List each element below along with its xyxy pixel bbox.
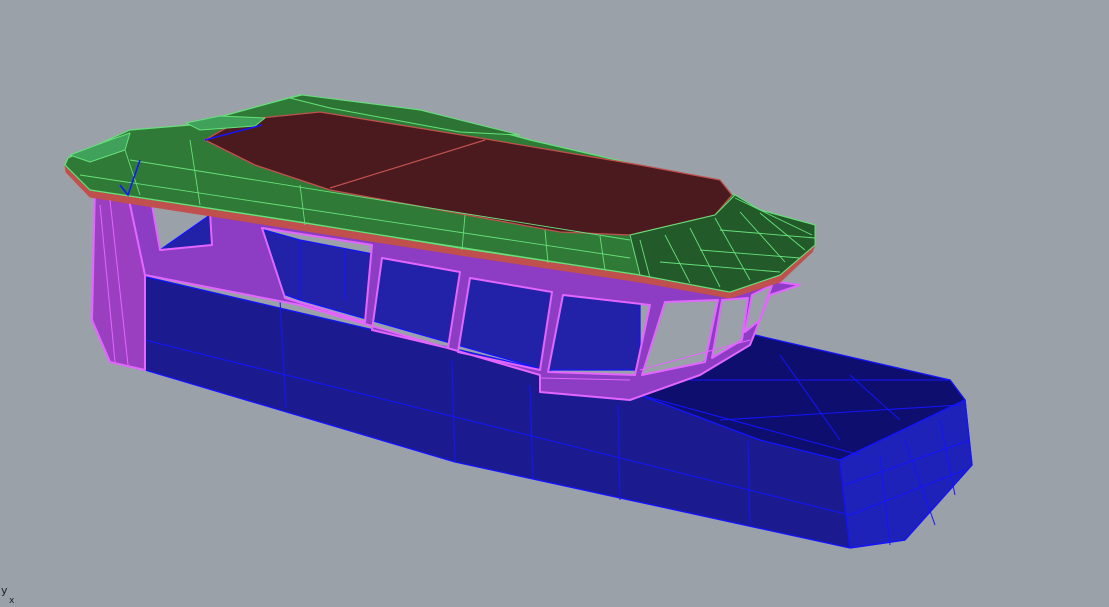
axis-y-label: y	[1, 584, 8, 597]
axis-x-label: x	[9, 596, 15, 606]
boat-model[interactable]	[0, 0, 1109, 604]
perspective-viewport[interactable]: y x	[0, 0, 1109, 606]
